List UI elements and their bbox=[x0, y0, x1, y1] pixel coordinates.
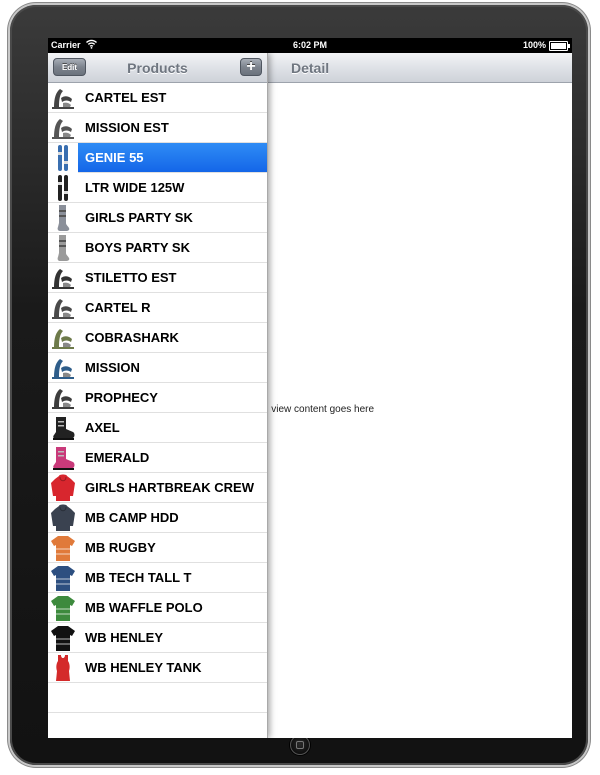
product-name: GIRLS HARTBREAK CREW bbox=[85, 480, 254, 495]
battery-icon bbox=[549, 41, 570, 51]
product-name: LTR WIDE 125W bbox=[85, 180, 185, 195]
binding-icon bbox=[49, 384, 77, 412]
hoodie-icon bbox=[49, 474, 77, 502]
product-name: WB HENLEY bbox=[85, 630, 163, 645]
product-row[interactable]: MB CAMP HDD bbox=[48, 503, 267, 533]
sock-icon bbox=[49, 204, 77, 232]
product-row[interactable]: MISSION EST bbox=[48, 113, 267, 143]
product-name: MB RUGBY bbox=[85, 540, 156, 555]
product-row[interactable]: CARTEL R bbox=[48, 293, 267, 323]
products-popover: Edit Products + CARTEL EST MISSION EST GEN… bbox=[48, 53, 268, 738]
shirt-icon bbox=[49, 564, 77, 592]
product-list: CARTEL EST MISSION EST GENIE 55 LTR WIDE 12… bbox=[48, 83, 267, 713]
shirt-icon bbox=[49, 534, 77, 562]
product-name: AXEL bbox=[85, 420, 120, 435]
product-name: MB TECH TALL T bbox=[85, 570, 192, 585]
product-name: MISSION EST bbox=[85, 120, 169, 135]
product-name: MB CAMP HDD bbox=[85, 510, 179, 525]
product-row[interactable]: COBRASHARK bbox=[48, 323, 267, 353]
detail-title: Detail bbox=[291, 60, 330, 76]
detail-content-text: il view content goes here bbox=[264, 404, 375, 415]
product-row[interactable]: EMERALD bbox=[48, 443, 267, 473]
add-button[interactable]: + bbox=[240, 58, 262, 76]
product-row[interactable]: AXEL bbox=[48, 413, 267, 443]
product-name: MISSION bbox=[85, 360, 140, 375]
product-row[interactable]: WB HENLEY TANK bbox=[48, 653, 267, 683]
product-row[interactable]: CARTEL EST bbox=[48, 83, 267, 113]
product-row[interactable]: MISSION bbox=[48, 353, 267, 383]
boot-icon bbox=[49, 414, 77, 442]
product-row[interactable]: MB RUGBY bbox=[48, 533, 267, 563]
product-row[interactable]: LTR WIDE 125W bbox=[48, 173, 267, 203]
clock: 6:02 PM bbox=[292, 40, 327, 50]
product-name: STILETTO EST bbox=[85, 270, 177, 285]
status-bar: Carrier 6:02 PM 100% bbox=[48, 38, 572, 53]
product-name: MB WAFFLE POLO bbox=[85, 600, 203, 615]
product-name: GIRLS PARTY SK bbox=[85, 210, 193, 225]
ski-icon bbox=[49, 174, 77, 202]
product-name: PROPHECY bbox=[85, 390, 158, 405]
binding-icon bbox=[49, 84, 77, 112]
product-row[interactable]: STILETTO EST bbox=[48, 263, 267, 293]
product-name: CARTEL R bbox=[85, 300, 151, 315]
product-row[interactable]: MB TECH TALL T bbox=[48, 563, 267, 593]
empty-table-row bbox=[48, 683, 267, 713]
product-row[interactable]: BOYS PARTY SK bbox=[48, 233, 267, 263]
ski-icon bbox=[49, 144, 77, 172]
master-navbar: Edit Products + bbox=[48, 53, 267, 83]
product-name: CARTEL EST bbox=[85, 90, 167, 105]
sock-icon bbox=[49, 234, 77, 262]
shirt-icon bbox=[49, 624, 77, 652]
product-name: WB HENLEY TANK bbox=[85, 660, 202, 675]
master-title: Products bbox=[127, 60, 188, 76]
binding-icon bbox=[49, 264, 77, 292]
binding-icon bbox=[49, 294, 77, 322]
shirt-icon bbox=[49, 594, 77, 622]
product-name: COBRASHARK bbox=[85, 330, 179, 345]
product-name: BOYS PARTY SK bbox=[85, 240, 190, 255]
screen: Carrier 6:02 PM 100% Detail il view cont… bbox=[48, 38, 572, 738]
hoodie-icon bbox=[49, 504, 77, 532]
tank-icon bbox=[49, 654, 77, 682]
product-row[interactable]: MB WAFFLE POLO bbox=[48, 593, 267, 623]
product-row[interactable]: GENIE 55 bbox=[48, 143, 267, 173]
boot-icon bbox=[49, 444, 77, 472]
product-row[interactable]: GIRLS HARTBREAK CREW bbox=[48, 473, 267, 503]
binding-icon bbox=[49, 324, 77, 352]
binding-icon bbox=[49, 114, 77, 142]
ipad-device-frame: Carrier 6:02 PM 100% Detail il view cont… bbox=[10, 5, 588, 765]
product-row[interactable]: PROPHECY bbox=[48, 383, 267, 413]
product-name: EMERALD bbox=[85, 450, 150, 465]
binding-icon bbox=[49, 354, 77, 382]
product-name: GENIE 55 bbox=[85, 150, 144, 165]
product-row[interactable]: WB HENLEY bbox=[48, 623, 267, 653]
battery-percent: 100% bbox=[522, 40, 546, 50]
home-button[interactable] bbox=[290, 735, 310, 755]
product-row[interactable]: GIRLS PARTY SK bbox=[48, 203, 267, 233]
